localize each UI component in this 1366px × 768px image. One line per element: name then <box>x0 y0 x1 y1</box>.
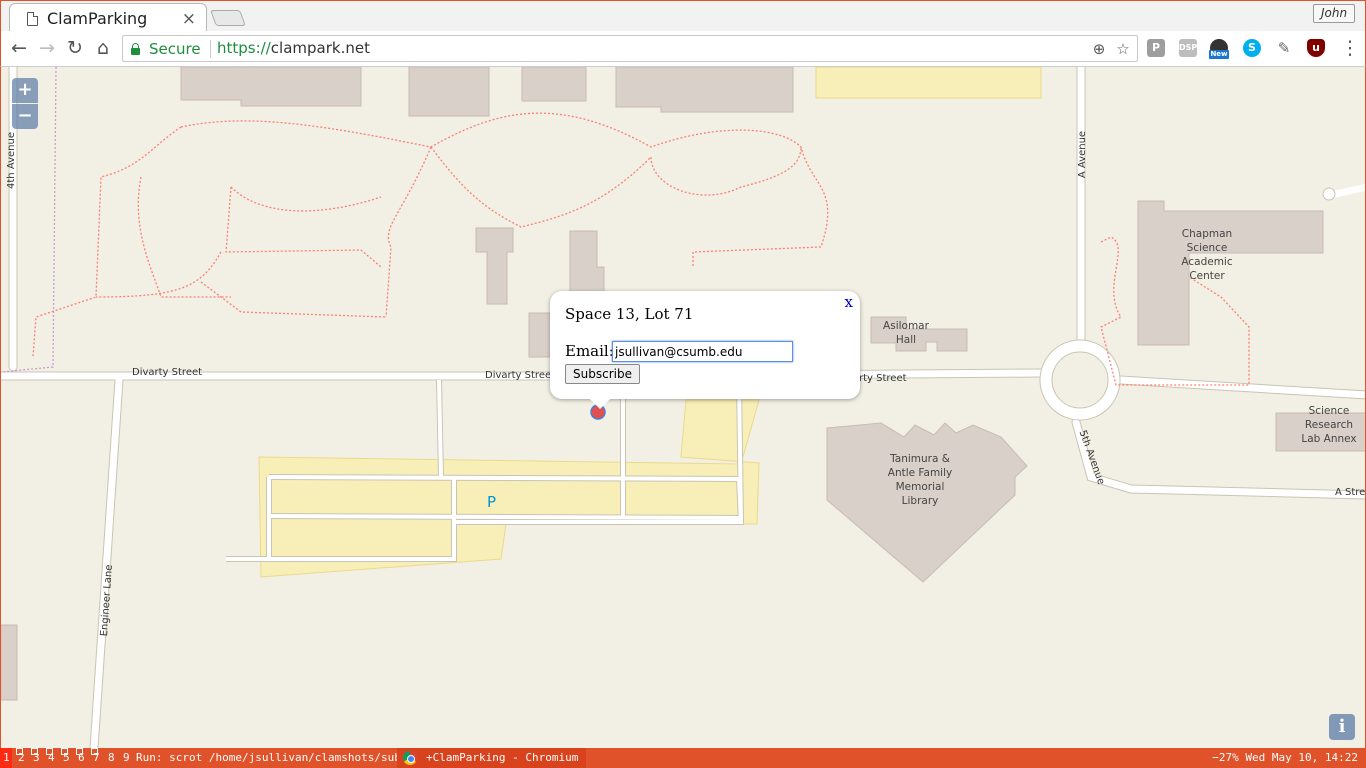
browser-toolbar: ← → ↻ ⌂ Secure https://clampark.net ⊕ ☆ … <box>0 31 1366 67</box>
location-icon[interactable]: ⊕ <box>1091 41 1107 57</box>
reload-button[interactable]: ↻ <box>64 37 86 59</box>
extension-p-icon[interactable]: P <box>1147 39 1165 57</box>
home-button[interactable]: ⌂ <box>92 37 114 59</box>
address-bar[interactable]: Secure https://clampark.net ⊕ ☆ <box>122 35 1138 62</box>
profile-button[interactable]: John <box>1313 4 1355 23</box>
system-tray-status: −27% Wed May 10, 14:22 <box>1212 751 1358 764</box>
zoom-in-button[interactable]: + <box>12 78 38 103</box>
taskbar-chromium-window[interactable]: +ClamParking - Chromium <box>397 748 586 768</box>
window-indicator <box>76 748 83 755</box>
building <box>180 67 362 107</box>
subscribe-button[interactable]: Subscribe <box>565 364 640 384</box>
building-label-chapman: Chapman Science Academic Center <box>1181 228 1233 282</box>
tab-clamparking[interactable]: ClamParking × <box>9 3 207 33</box>
window-indicator <box>46 748 53 755</box>
workspace-8[interactable]: 8 <box>108 751 115 764</box>
window-indicator <box>91 748 98 755</box>
extension-dsp-icon[interactable]: DSP <box>1179 39 1197 57</box>
street-label-a-avenue: A Avenue <box>1077 130 1089 179</box>
workspace-9[interactable]: 9 <box>123 751 130 764</box>
chromium-icon <box>403 751 417 765</box>
ublock-icon[interactable]: u <box>1307 39 1325 57</box>
skype-icon[interactable]: S <box>1243 39 1261 57</box>
street-label-divarty-mid: Divarty Street <box>485 370 556 381</box>
building-label-asilomar: Asilomar Hall <box>883 320 929 346</box>
omnibox-divider <box>210 40 211 58</box>
forward-button[interactable]: → <box>36 37 58 59</box>
building <box>1 624 18 701</box>
parking-aisle <box>437 379 443 478</box>
new-tab-button[interactable] <box>210 10 246 26</box>
run-prompt: Run: scrot /home/jsullivan/clamshots/sub… <box>136 751 428 764</box>
workspace-1[interactable]: 1 <box>3 751 10 764</box>
map-canvas <box>1 67 1365 748</box>
building <box>408 67 490 117</box>
tab-title: ClamParking <box>47 9 148 28</box>
zoom-out-button[interactable]: − <box>12 104 38 129</box>
building <box>475 227 514 305</box>
window-indicator <box>31 748 38 755</box>
street-label-divarty-east: rty Street <box>859 373 907 384</box>
lock-icon <box>131 43 140 55</box>
street-label-a-street: A Stre <box>1335 487 1366 498</box>
tab-strip: ClamParking × John <box>0 0 1366 33</box>
parking-space-popup: x Space 13, Lot 71 Email: Subscribe <box>550 291 860 409</box>
popup-close-button[interactable]: x <box>845 293 853 311</box>
window-indicator <box>16 748 23 755</box>
street-label-4th-avenue: 4th Avenue <box>5 132 17 189</box>
parking-symbol: P <box>487 493 497 511</box>
secure-label: Secure <box>149 40 201 58</box>
parking-area <box>815 67 1042 99</box>
window-indicator <box>61 748 68 755</box>
building <box>521 67 587 102</box>
building <box>615 67 794 113</box>
street-label-divarty-west: Divarty Street <box>132 367 203 378</box>
building-label-science-annex: Science Research Lab Annex <box>1301 405 1357 445</box>
popup-title: Space 13, Lot 71 <box>565 305 694 323</box>
eyedropper-icon[interactable]: ✎ <box>1275 39 1293 57</box>
taskbar: 1 2 3 4 5 6 7 8 9 Run: scrot /home/jsull… <box>0 748 1366 768</box>
email-field[interactable] <box>612 341 793 362</box>
attribution-info-button[interactable]: i <box>1329 714 1355 740</box>
document-icon <box>27 12 38 26</box>
back-button[interactable]: ← <box>8 37 30 59</box>
taskbar-window-title: +ClamParking - Chromium <box>426 751 579 764</box>
menu-icon[interactable]: ⋮ <box>1339 37 1361 59</box>
bookmark-star-icon[interactable]: ☆ <box>1115 41 1131 57</box>
map-view[interactable]: 4th Avenue Divarty Street Divarty Street… <box>0 67 1366 748</box>
parking-lot-71 <box>258 399 760 578</box>
extension-new-icon[interactable]: New <box>1209 39 1229 59</box>
tab-close-button[interactable]: × <box>182 9 196 29</box>
url-text[interactable]: https://clampark.net <box>217 39 370 57</box>
email-label: Email: <box>565 342 614 360</box>
building-label-tanimura: Tanimura & Antle Family Memorial Library <box>887 453 953 507</box>
